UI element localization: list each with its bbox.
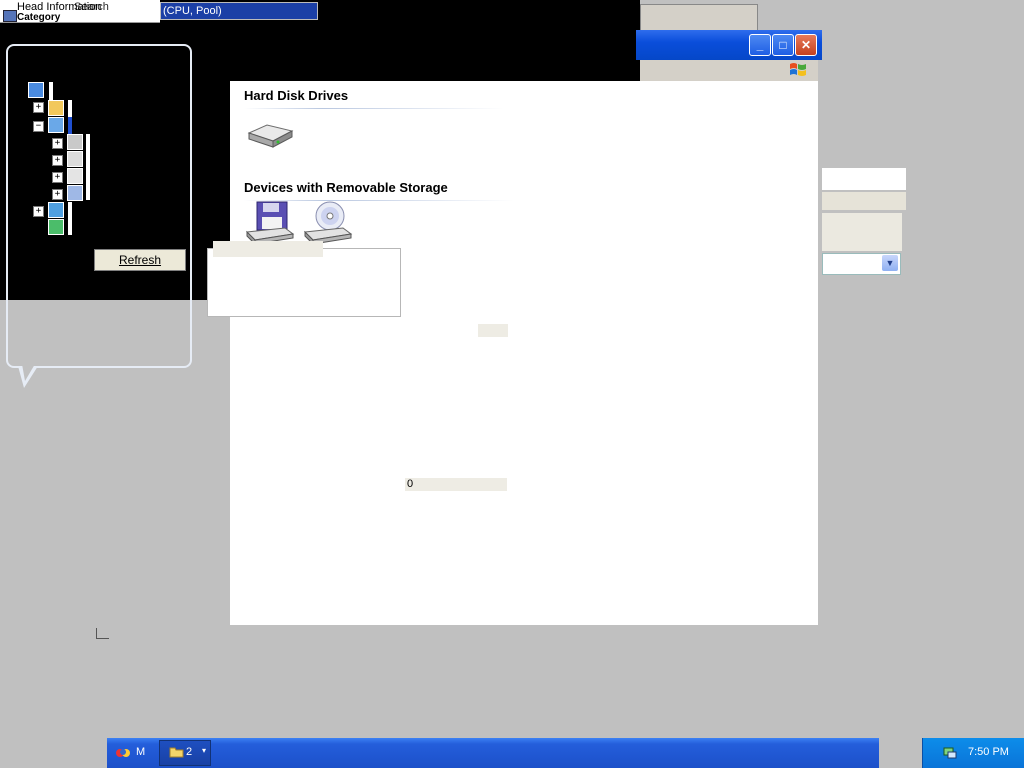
tree-expander[interactable]: + (52, 189, 63, 200)
folder-icon[interactable] (48, 100, 64, 116)
text-cursor-mark (96, 628, 109, 639)
folder-icon (169, 747, 184, 758)
close-button[interactable]: ✕ (795, 34, 817, 56)
value-field-text: 0 (407, 478, 414, 490)
taskbar-button-m[interactable] (107, 740, 157, 766)
section-divider (244, 108, 504, 109)
network-places-icon[interactable] (48, 202, 64, 218)
tree-expander[interactable]: − (33, 121, 44, 132)
right-panel-field (822, 192, 906, 210)
cd-drive-icon[interactable] (303, 200, 353, 246)
chevron-down-icon[interactable]: ▾ (202, 746, 206, 755)
tree-expander[interactable]: + (52, 155, 63, 166)
media-icon (116, 749, 130, 757)
cd-node-icon[interactable] (67, 168, 83, 184)
clock: 7:50 PM (968, 746, 1009, 758)
taskbar (107, 738, 879, 768)
category-label: Category (17, 12, 61, 23)
tree-label-selected (68, 117, 72, 135)
disk-node-icon[interactable] (67, 151, 83, 167)
maximize-button[interactable]: □ (772, 34, 794, 56)
tree-label-stub (68, 202, 72, 220)
minimize-button[interactable]: _ (749, 34, 771, 56)
chevron-down-icon[interactable]: ▼ (882, 255, 898, 271)
overlay-small-field (478, 324, 508, 337)
recycle-bin-icon[interactable] (48, 219, 64, 235)
taskbar-button-m-label: M (136, 746, 146, 758)
tree-expander[interactable]: + (33, 102, 44, 113)
overlay-field-fragment (213, 241, 323, 257)
network-drive-icon[interactable] (67, 185, 83, 201)
tree-label-stub (68, 100, 72, 118)
tree-label-stub (86, 134, 90, 200)
my-computer-icon[interactable] (48, 117, 64, 133)
network-tray-icon[interactable] (942, 745, 958, 761)
hard-disk-drives-heading: Hard Disk Drives (244, 88, 349, 103)
balloon-tail-inner (22, 364, 35, 381)
tree-label-stub (68, 219, 72, 235)
removable-storage-heading: Devices with Removable Storage (244, 180, 448, 195)
computer-root-icon[interactable] (28, 82, 44, 98)
tree-expander[interactable]: + (52, 172, 63, 183)
refresh-button[interactable]: Refresh (94, 249, 186, 271)
overlay-panel-fragment (207, 248, 401, 317)
tree-label-stub (49, 82, 53, 100)
right-panel-block (822, 213, 902, 251)
hard-disk-drive-icon[interactable] (245, 113, 295, 159)
floppy-node-icon[interactable] (67, 134, 83, 150)
right-text-field[interactable] (822, 168, 906, 190)
windows-logo-icon (790, 63, 806, 76)
cpu-pool-combobox[interactable]: (CPU, Pool) (160, 2, 318, 20)
toolbar-strip (640, 4, 758, 31)
taskbar-group-count: 2 (186, 746, 193, 758)
keyboard-icon (3, 10, 17, 22)
value-field[interactable] (405, 478, 507, 491)
tree-expander[interactable]: + (52, 138, 63, 149)
floppy-drive-icon[interactable] (245, 200, 295, 246)
tree-expander[interactable]: + (33, 206, 44, 217)
my-computer-content-pane (230, 81, 818, 625)
